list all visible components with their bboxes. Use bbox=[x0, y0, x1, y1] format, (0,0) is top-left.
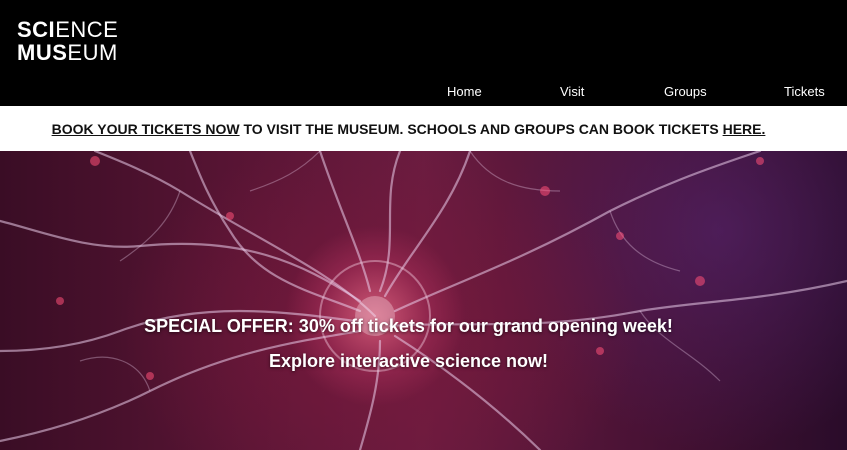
plasma-ball-image bbox=[0, 151, 847, 450]
site-header: SCIENCE MUSEUM Home Visit Groups Tickets bbox=[0, 0, 847, 106]
logo-text: MUS bbox=[17, 40, 68, 65]
nav-home[interactable]: Home bbox=[447, 84, 482, 99]
science-museum-logo[interactable]: SCIENCE MUSEUM bbox=[17, 18, 118, 64]
announcement-banner: BOOK YOUR TICKETS NOW TO VISIT THE MUSEU… bbox=[0, 106, 847, 151]
explore-cta[interactable]: Explore interactive science now! bbox=[0, 351, 817, 372]
logo-text: EUM bbox=[67, 40, 118, 65]
banner-message: TO VISIT THE MUSEUM. SCHOOLS AND GROUPS … bbox=[239, 121, 723, 137]
nav-tickets[interactable]: Tickets bbox=[784, 84, 825, 99]
nav-groups[interactable]: Groups bbox=[664, 84, 707, 99]
banner-text: BOOK YOUR TICKETS NOW TO VISIT THE MUSEU… bbox=[0, 121, 817, 137]
group-tickets-link[interactable]: HERE. bbox=[723, 121, 766, 137]
book-tickets-link[interactable]: BOOK YOUR TICKETS NOW bbox=[52, 121, 240, 137]
main-nav: Home Visit Groups Tickets bbox=[0, 84, 847, 100]
logo-text: SCI bbox=[17, 17, 56, 42]
nav-visit[interactable]: Visit bbox=[560, 84, 584, 99]
special-offer-text: SPECIAL OFFER: 30% off tickets for our g… bbox=[144, 316, 673, 336]
hero-section: SPECIAL OFFER: 30% off tickets for our g… bbox=[0, 151, 847, 450]
logo-text: ENCE bbox=[55, 17, 119, 42]
